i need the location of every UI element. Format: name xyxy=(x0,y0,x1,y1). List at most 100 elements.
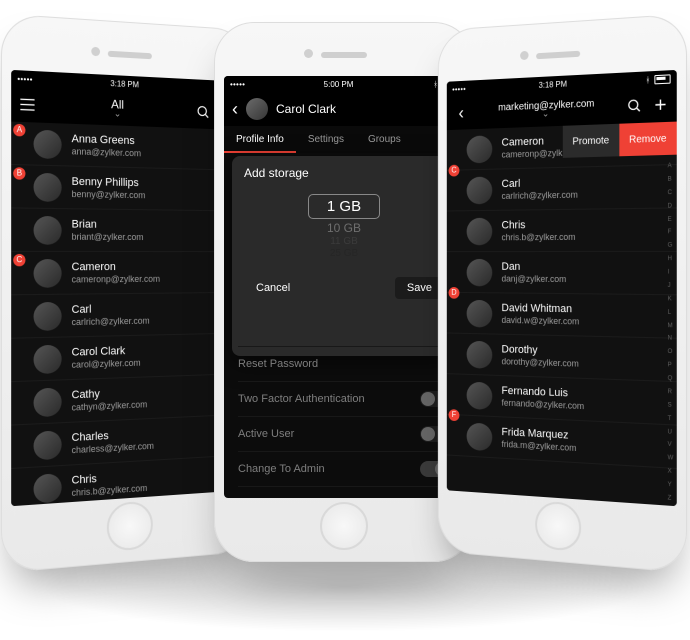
modal-title: Add storage xyxy=(244,166,444,180)
contact-name: Chris xyxy=(501,219,575,232)
search-icon[interactable] xyxy=(196,104,211,120)
avatar xyxy=(467,299,493,327)
option-location: 📍 guduvanchery , chennai xyxy=(238,486,450,498)
avatar xyxy=(467,217,493,245)
index-letter[interactable]: O xyxy=(668,349,676,355)
picker-option[interactable]: 10 GB xyxy=(244,221,444,235)
index-letter[interactable]: P xyxy=(668,362,676,368)
tab-profile-info[interactable]: Profile Info xyxy=(224,126,296,153)
index-letter[interactable]: B xyxy=(668,176,676,182)
tab-groups[interactable]: Groups xyxy=(356,126,413,153)
home-button[interactable] xyxy=(320,502,368,550)
index-letter[interactable]: J xyxy=(668,283,676,289)
contact-email: carlrich@zylker.com xyxy=(501,189,577,201)
option-reset-password[interactable]: Reset Password xyxy=(238,346,450,381)
index-letter[interactable]: K xyxy=(668,296,676,302)
option-label: Active User xyxy=(238,428,294,440)
avatar xyxy=(34,344,62,373)
contact-email: david.w@zylker.com xyxy=(501,315,579,327)
contact-email: carlrich@zylker.com xyxy=(72,315,150,327)
index-letter[interactable]: T xyxy=(668,415,676,422)
index-letter[interactable]: X xyxy=(668,469,676,476)
save-button[interactable]: Save xyxy=(395,277,444,299)
cancel-button[interactable]: Cancel xyxy=(244,277,302,299)
remove-button[interactable]: Remove xyxy=(619,122,677,157)
index-letter[interactable]: W xyxy=(668,455,676,462)
contact-email: cathyn@zylker.com xyxy=(72,399,148,413)
index-letter[interactable]: Z xyxy=(668,495,676,502)
signal-dots-icon xyxy=(230,80,244,89)
section-letter: C xyxy=(13,254,25,266)
contact-name: Dan xyxy=(501,261,566,274)
avatar xyxy=(34,473,62,503)
index-letter[interactable]: U xyxy=(668,429,676,436)
home-button[interactable] xyxy=(107,500,153,552)
add-icon[interactable] xyxy=(652,96,668,113)
index-letter[interactable]: E xyxy=(668,216,676,222)
index-letter[interactable]: A xyxy=(668,163,676,169)
contact-row[interactable]: Dandanj@zylker.com xyxy=(447,252,677,295)
contact-row[interactable]: Cameroncameronp@zylker.com xyxy=(11,252,241,295)
storage-picker[interactable]: 1 GB 10 GB 11 GB 25 GB xyxy=(244,194,444,259)
picker-option[interactable]: 25 GB xyxy=(244,248,444,259)
contact-row[interactable]: Benny Phillipsbenny@zylker.com xyxy=(11,165,241,211)
index-letter[interactable]: Y xyxy=(668,482,676,489)
location-icon: 📍 xyxy=(238,498,252,499)
contact-email: danj@zylker.com xyxy=(501,273,566,284)
section-letter: D xyxy=(449,287,460,299)
index-letter[interactable]: D xyxy=(668,203,676,209)
signal-dots-icon xyxy=(17,74,31,84)
contact-name: Benny Phillips xyxy=(72,176,146,190)
contact-email: anna@zylker.com xyxy=(72,146,142,158)
option-label: Reset Password xyxy=(238,358,318,370)
contact-row[interactable]: Chrischris.b@zylker.com xyxy=(447,208,677,252)
tab-settings[interactable]: Settings xyxy=(296,126,356,153)
promote-button[interactable]: Promote xyxy=(563,124,619,158)
add-storage-modal: Add storage 1 GB 10 GB 11 GB 25 GB Cance… xyxy=(232,156,456,356)
index-letter[interactable]: L xyxy=(668,309,676,315)
profile-options: Reset Password Two Factor Authentication… xyxy=(224,346,464,498)
back-icon[interactable]: ‹ xyxy=(232,99,238,120)
avatar xyxy=(34,387,62,417)
back-icon[interactable]: ‹ xyxy=(454,105,468,121)
home-button[interactable] xyxy=(535,500,581,552)
index-letter[interactable]: H xyxy=(668,256,676,262)
contact-row[interactable]: Carlcarlrich@zylker.com xyxy=(447,165,677,211)
index-letter[interactable]: Q xyxy=(668,376,676,382)
signal-dots-icon xyxy=(452,84,465,93)
contact-row[interactable]: Anna Greensanna@zylker.com xyxy=(11,122,241,171)
contact-row[interactable]: Carlcarlrich@zylker.com xyxy=(11,293,241,339)
contact-row[interactable]: David Whitmandavid.w@zylker.com xyxy=(447,293,677,339)
index-letter[interactable]: M xyxy=(668,323,676,329)
search-icon[interactable] xyxy=(626,97,642,114)
index-letter[interactable]: I xyxy=(668,269,676,275)
contact-row[interactable]: Brianbriant@zylker.com xyxy=(11,208,241,252)
status-time: 5:00 PM xyxy=(324,80,354,89)
index-letter[interactable]: N xyxy=(668,336,676,342)
contact-name: Brian xyxy=(72,218,144,231)
index-letter[interactable]: V xyxy=(668,442,676,449)
avatar xyxy=(467,258,493,285)
contact-email: cameronp@zylker.com xyxy=(72,273,160,284)
picker-selected[interactable]: 1 GB xyxy=(308,194,380,219)
section-letter: F xyxy=(449,409,460,421)
picker-option[interactable]: 11 GB xyxy=(244,236,444,247)
contact-email: benny@zylker.com xyxy=(72,189,146,201)
avatar xyxy=(34,172,62,201)
menu-icon[interactable] xyxy=(19,96,35,113)
option-two-factor: Two Factor Authentication xyxy=(238,381,450,416)
status-bar: 5:00 PM ᚼ xyxy=(224,76,464,92)
index-letter[interactable]: F xyxy=(668,230,676,236)
phone-left-contacts: 3:18 PM ᚼ All ⌄ xyxy=(1,13,250,573)
avatar xyxy=(34,301,62,330)
index-letter[interactable]: R xyxy=(668,389,676,396)
contact-name: Cameron xyxy=(72,261,160,274)
index-letter[interactable]: C xyxy=(668,190,676,196)
contact-email: carol@zylker.com xyxy=(72,357,141,370)
contact-email: briant@zylker.com xyxy=(72,231,144,242)
index-letter[interactable]: G xyxy=(668,243,676,249)
index-letter[interactable]: S xyxy=(668,402,676,409)
alpha-index[interactable]: A B C D E F G H I J K L M N O P Q RSTUVWXYZ xyxy=(668,163,676,502)
option-active-user: Active User xyxy=(238,416,450,451)
phone-center-profile: 5:00 PM ᚼ ‹ Carol Clark Profile Info Set… xyxy=(214,22,474,562)
